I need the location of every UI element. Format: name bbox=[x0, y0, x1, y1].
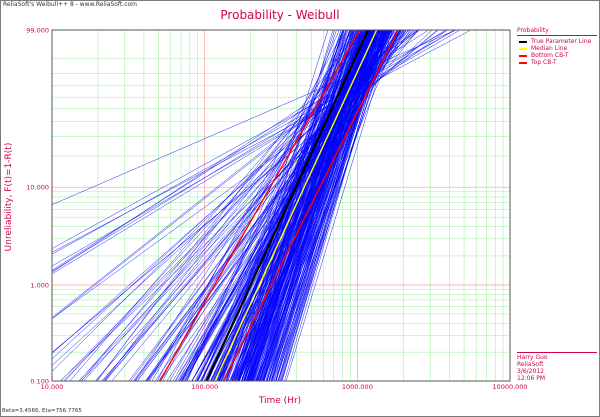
legend-item-median: Median Line bbox=[517, 45, 597, 52]
simulated-line bbox=[211, 29, 405, 382]
chart-title: Probability - Weibull bbox=[220, 8, 340, 22]
simulated-line bbox=[51, 29, 456, 255]
probability-plot[interactable]: 10.000 100.000 1000.000 10000.000 0.100 1.000… bbox=[0, 0, 600, 417]
y-tick-label: 10.000 bbox=[26, 184, 49, 192]
x-tick-label: 1000.000 bbox=[342, 383, 373, 391]
y-tick-label: 99.000 bbox=[26, 27, 49, 35]
simulated-line bbox=[51, 29, 457, 205]
legend-item-true-parameter: True Parameter Line bbox=[517, 38, 597, 45]
x-tick-label: 10000.000 bbox=[492, 383, 527, 391]
x-tick-label: 100.000 bbox=[191, 383, 218, 391]
legend-swatch bbox=[519, 41, 527, 43]
legend-label: Top CB-T bbox=[531, 59, 557, 66]
user-name: Harry Guo bbox=[517, 354, 548, 361]
user-date: 3/6/2012 bbox=[517, 368, 544, 375]
legend-label: Bottom CB-T bbox=[531, 52, 569, 59]
simulated-line bbox=[51, 29, 446, 272]
user-info: Harry Guo ReliaSoft 3/6/2012 12:06 PM bbox=[517, 352, 597, 382]
legend-label: Median Line bbox=[531, 45, 568, 52]
legend-swatch bbox=[519, 55, 527, 57]
simulation-lines bbox=[51, 29, 471, 382]
y-tick-label: 0.100 bbox=[30, 378, 49, 386]
y-axis-label: Unreliability, F(t)=1-R(t) bbox=[4, 142, 14, 252]
legend-label: True Parameter Line bbox=[531, 38, 592, 45]
legend-swatch bbox=[519, 62, 527, 64]
user-time: 12:06 PM bbox=[517, 375, 545, 382]
legend-title: Probability bbox=[517, 27, 597, 36]
legend: Probability True Parameter Line Median L… bbox=[517, 27, 597, 66]
simulated-line bbox=[105, 29, 401, 382]
legend-swatch bbox=[519, 48, 527, 50]
simulated-line bbox=[64, 29, 387, 382]
parameters-footer: Beta=3.4566, Eta=756.7765 bbox=[2, 408, 82, 414]
user-company: ReliaSoft bbox=[517, 361, 544, 368]
bottom-cb-t-line bbox=[222, 29, 399, 382]
x-axis-label: Time (Hr) bbox=[258, 396, 302, 406]
legend-item-bottom-cb: Bottom CB-T bbox=[517, 52, 597, 59]
y-tick-label: 1.000 bbox=[30, 281, 49, 289]
legend-item-top-cb: Top CB-T bbox=[517, 59, 597, 66]
